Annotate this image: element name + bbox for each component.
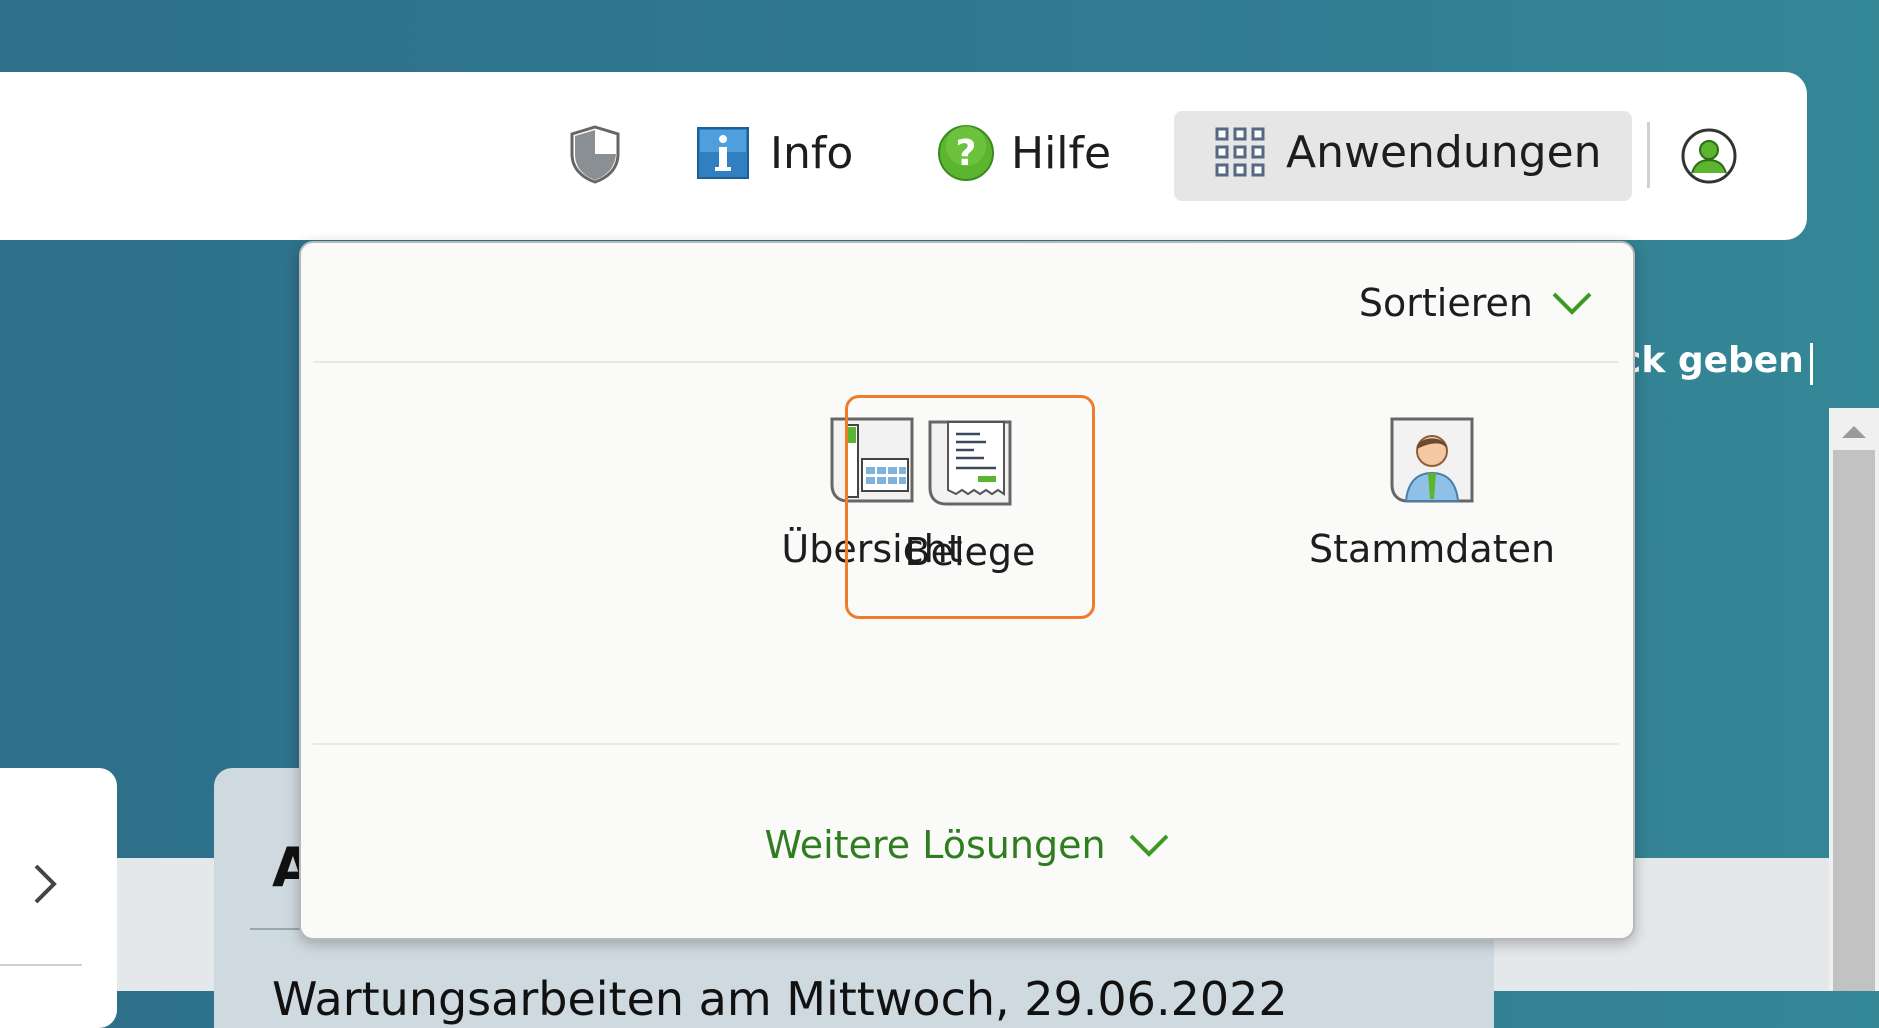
info-label: Info <box>770 127 854 179</box>
receipt-icon <box>924 418 1016 510</box>
dropdown-divider-top <box>313 361 1619 363</box>
feedback-separator <box>1810 343 1813 385</box>
apps-dropdown: Sortieren Übersicht Belege Stammdaten We… <box>299 241 1635 940</box>
scrollbar-thumb[interactable] <box>1833 450 1875 991</box>
sort-button[interactable]: Sortieren <box>1359 281 1593 325</box>
security-button[interactable] <box>568 124 622 184</box>
dropdown-divider-bottom <box>313 743 1619 745</box>
shield-icon <box>568 124 622 184</box>
chevron-down-icon <box>1551 281 1593 325</box>
tile-label: Stammdaten <box>1308 527 1556 571</box>
info-icon <box>696 126 750 180</box>
user-avatar-icon <box>1680 127 1738 185</box>
chevron-right-icon <box>30 864 60 910</box>
more-solutions-button[interactable]: Weitere Lösungen <box>301 823 1633 867</box>
sort-label: Sortieren <box>1358 281 1533 325</box>
scroll-up-arrow-icon[interactable] <box>1842 426 1866 438</box>
header-divider <box>1647 122 1650 188</box>
tile-master-data[interactable]: Stammdaten <box>1308 395 1556 613</box>
more-solutions-label: Weitere Lösungen <box>764 823 1106 867</box>
tile-receipts[interactable]: Belege <box>845 395 1095 619</box>
tile-label: Belege <box>904 530 1036 574</box>
help-button[interactable]: ? Hilfe <box>937 124 1111 182</box>
side-panel-divider <box>0 964 82 966</box>
help-label: Hilfe <box>1011 127 1112 179</box>
apps-label: Anwendungen <box>1286 126 1602 178</box>
grid-icon <box>1214 126 1266 178</box>
news-card-subtext: Wartungsarbeiten am Mittwoch, 29.06.2022 <box>272 972 1288 1026</box>
info-button[interactable]: Info <box>696 126 853 180</box>
apps-button-content[interactable]: Anwendungen <box>1214 126 1602 178</box>
svg-text:?: ? <box>956 133 977 174</box>
feedback-link[interactable]: ck geben <box>1620 340 1804 381</box>
chevron-down-icon <box>1128 823 1170 867</box>
person-icon <box>1386 415 1478 507</box>
user-button[interactable] <box>1680 127 1738 185</box>
help-icon: ? <box>937 124 995 182</box>
expand-panel-button[interactable] <box>30 862 60 910</box>
